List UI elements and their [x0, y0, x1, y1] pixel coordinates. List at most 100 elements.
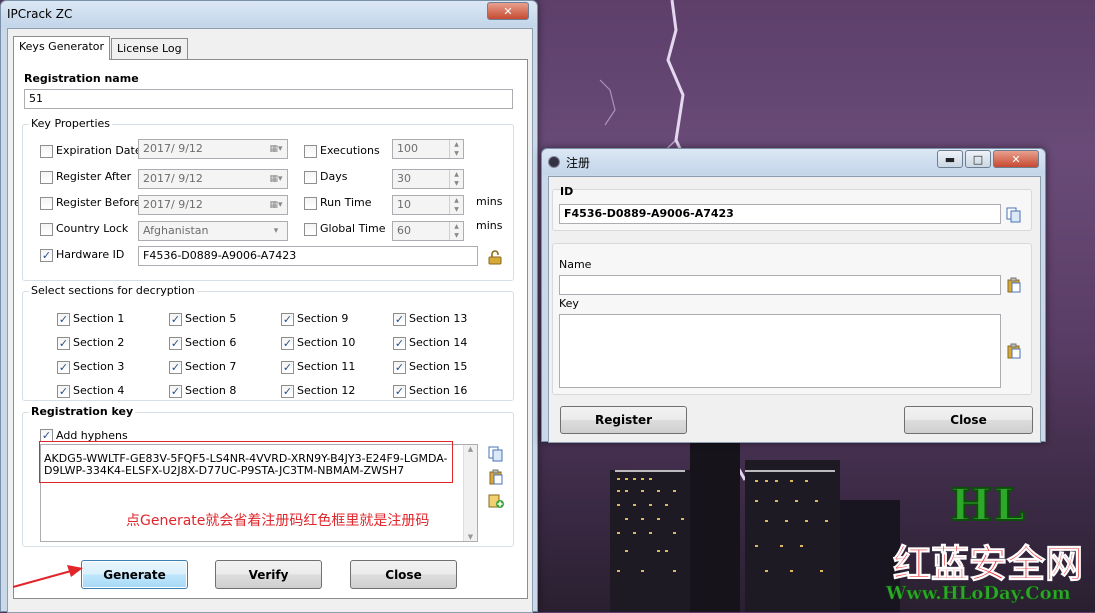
country-lock-checkbox[interactable] [40, 223, 53, 236]
section-checkbox[interactable]: ✓ [169, 313, 182, 326]
paste-icon[interactable] [488, 469, 504, 485]
calendar-dropdown-icon[interactable]: ▦▾ [265, 170, 287, 188]
add-key-icon[interactable] [488, 493, 504, 509]
expiration-date-checkbox[interactable] [40, 145, 53, 158]
executions-checkbox[interactable] [304, 145, 317, 158]
paste-name-icon[interactable] [1006, 277, 1022, 293]
window-close-button[interactable]: ✕ [487, 2, 529, 20]
run-time-unit: mins [476, 195, 503, 208]
section-checkbox[interactable]: ✓ [57, 337, 70, 350]
key-label: Key [559, 297, 579, 310]
red-arrow-annotation [12, 565, 83, 588]
verify-button[interactable]: Verify [215, 560, 322, 589]
global-time-spinner[interactable]: 60 ▲ ▼ [392, 221, 464, 241]
register-window-title: 注册 [566, 155, 591, 170]
section-label: Section 9 [297, 312, 349, 325]
section-label: Section 10 [297, 336, 356, 349]
section-checkbox[interactable]: ✓ [169, 385, 182, 398]
run-time-checkbox[interactable] [304, 197, 317, 210]
generate-button[interactable]: Generate [81, 560, 188, 589]
register-titlebar: 注册 ▬ □ ✕ [542, 149, 1045, 175]
country-select[interactable]: Afghanistan ▾ [138, 221, 288, 241]
key-field[interactable] [559, 314, 1001, 388]
window-title: IPCrack ZC [7, 7, 73, 21]
key-scrollbar[interactable]: ▲ ▼ [463, 445, 477, 541]
executions-value: 100 [397, 142, 418, 155]
section-label: Section 8 [185, 384, 237, 397]
section-checkbox[interactable]: ✓ [57, 361, 70, 374]
register-button[interactable]: Register [560, 406, 687, 434]
section-checkbox[interactable]: ✓ [281, 361, 294, 374]
chevron-down-icon[interactable]: ▾ [265, 222, 287, 240]
registration-name-input[interactable]: 51 [24, 89, 513, 109]
key-properties-title: Key Properties [29, 117, 113, 130]
hardware-id-input[interactable]: F4536-D0889-A9006-A7423 [138, 246, 478, 266]
spinner-arrows-icon[interactable]: ▲ ▼ [449, 196, 463, 214]
hardware-id-checkbox[interactable]: ✓ [40, 249, 53, 262]
global-time-checkbox[interactable] [304, 223, 317, 236]
section-checkbox[interactable]: ✓ [281, 337, 294, 350]
ipcrack-window: IPCrack ZC ✕ Keys Generator License Log … [0, 0, 538, 613]
expiration-date-label: Expiration Date [56, 144, 142, 157]
registration-key-title: Registration key [29, 405, 136, 418]
country-lock-label: Country Lock [56, 222, 129, 235]
register-window-close-button[interactable]: ✕ [993, 150, 1039, 168]
section-checkbox[interactable]: ✓ [169, 337, 182, 350]
register-after-picker[interactable]: 2017/ 9/12 ▦▾ [138, 169, 288, 189]
register-window: 注册 ▬ □ ✕ ID F4536-D0889-A9006-A7423 Name… [541, 148, 1046, 443]
copy-id-icon[interactable] [1006, 207, 1022, 223]
spinner-arrows-icon[interactable]: ▲ ▼ [449, 222, 463, 240]
tab-bar: Keys Generator License Log [13, 36, 189, 60]
global-time-unit: mins [476, 219, 503, 232]
close-button[interactable]: Close [350, 560, 457, 589]
expiration-date-picker[interactable]: 2017/ 9/12 ▦▾ [138, 139, 288, 159]
register-before-value: 2017/ 9/12 [143, 198, 203, 211]
section-checkbox[interactable]: ✓ [393, 337, 406, 350]
days-label: Days [320, 170, 348, 183]
section-label: Section 2 [73, 336, 125, 349]
register-close-button[interactable]: Close [904, 406, 1033, 434]
register-after-label: Register After [56, 170, 132, 183]
register-after-checkbox[interactable] [40, 171, 53, 184]
section-label: Section 12 [297, 384, 356, 397]
section-label: Section 14 [409, 336, 468, 349]
key-highlight-box [39, 441, 453, 483]
calendar-dropdown-icon[interactable]: ▦▾ [265, 140, 287, 158]
main-titlebar: IPCrack ZC ✕ [1, 1, 537, 27]
section-checkbox[interactable]: ✓ [281, 385, 294, 398]
watermark-url: Www.HLoDay.Com [886, 583, 1071, 605]
section-label: Section 6 [185, 336, 237, 349]
register-before-checkbox[interactable] [40, 197, 53, 210]
section-checkbox[interactable]: ✓ [393, 385, 406, 398]
tab-license-log[interactable]: License Log [111, 38, 188, 60]
name-label: Name [559, 258, 592, 271]
register-after-value: 2017/ 9/12 [143, 172, 203, 185]
run-time-spinner[interactable]: 10 ▲ ▼ [392, 195, 464, 215]
section-label: Section 11 [297, 360, 356, 373]
section-checkbox[interactable]: ✓ [57, 313, 70, 326]
section-label: Section 13 [409, 312, 468, 325]
section-checkbox[interactable]: ✓ [281, 313, 294, 326]
minimize-button[interactable]: ▬ [937, 150, 963, 168]
copy-icon[interactable] [488, 446, 504, 462]
section-checkbox[interactable]: ✓ [169, 361, 182, 374]
name-field[interactable] [559, 275, 1001, 295]
section-checkbox[interactable]: ✓ [393, 361, 406, 374]
tab-keys-generator[interactable]: Keys Generator [13, 36, 111, 60]
lock-icon[interactable] [487, 249, 503, 265]
maximize-button[interactable]: □ [965, 150, 991, 168]
days-checkbox[interactable] [304, 171, 317, 184]
global-time-value: 60 [397, 224, 411, 237]
watermark-logo-hl: HL [949, 479, 1027, 532]
section-checkbox[interactable]: ✓ [393, 313, 406, 326]
executions-spinner[interactable]: 100 ▲ ▼ [392, 139, 464, 159]
watermark-site-name: 红蓝安全网 [892, 542, 1084, 587]
spinner-arrows-icon[interactable]: ▲ ▼ [449, 170, 463, 188]
days-spinner[interactable]: 30 ▲ ▼ [392, 169, 464, 189]
spinner-arrows-icon[interactable]: ▲ ▼ [449, 140, 463, 158]
id-field[interactable]: F4536-D0889-A9006-A7423 [559, 204, 1001, 224]
section-checkbox[interactable]: ✓ [57, 385, 70, 398]
calendar-dropdown-icon[interactable]: ▦▾ [265, 196, 287, 214]
register-before-picker[interactable]: 2017/ 9/12 ▦▾ [138, 195, 288, 215]
paste-key-icon[interactable] [1006, 343, 1022, 359]
